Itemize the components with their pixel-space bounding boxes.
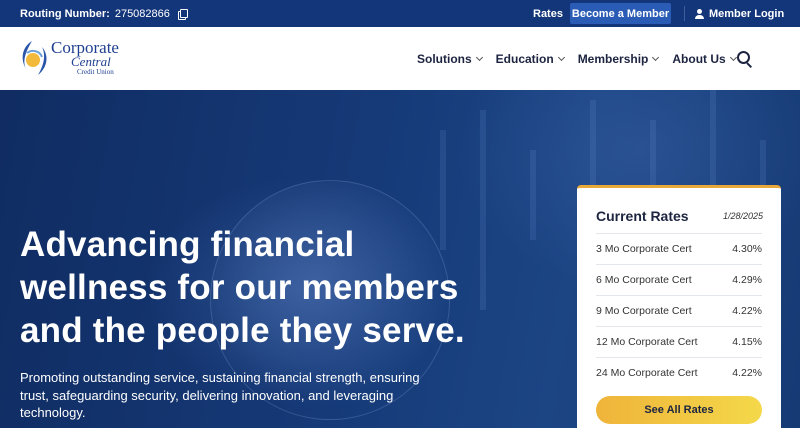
rate-name: 9 Mo Corporate Cert — [596, 305, 692, 317]
rate-name: 12 Mo Corporate Cert — [596, 336, 698, 348]
search-icon[interactable] — [737, 51, 753, 67]
nav-label: About Us — [672, 51, 726, 66]
rate-row: 6 Mo Corporate Cert 4.29% — [596, 264, 762, 295]
rate-name: 3 Mo Corporate Cert — [596, 243, 692, 255]
rate-row: 12 Mo Corporate Cert 4.15% — [596, 326, 762, 357]
rate-row: 24 Mo Corporate Cert 4.22% — [596, 357, 762, 388]
rates-date: 1/28/2025 — [722, 211, 763, 221]
chevron-down-icon — [652, 53, 660, 61]
rates-title: Current Rates — [596, 208, 689, 224]
utility-bar: Routing Number: 275082866 Rates Become a… — [0, 0, 800, 27]
rate-value: 4.30% — [732, 243, 762, 255]
member-login-label: Member Login — [709, 7, 785, 20]
nav-label: Education — [495, 51, 554, 66]
become-member-button[interactable]: Become a Member — [570, 3, 671, 24]
rate-value: 4.22% — [732, 305, 762, 317]
main-navbar: Corporate Central Credit Union Solutions… — [0, 27, 800, 90]
hero-headline: Advancing financial wellness for our mem… — [20, 225, 465, 350]
logo[interactable]: Corporate Central Credit Union — [18, 37, 133, 83]
routing-value: 275082866 — [114, 7, 170, 20]
rate-name: 24 Mo Corporate Cert — [596, 367, 698, 379]
copy-icon[interactable] — [177, 8, 189, 20]
nav-item-membership[interactable]: Membership — [577, 51, 660, 66]
rate-name: 6 Mo Corporate Cert — [596, 274, 692, 286]
chevron-down-icon — [475, 53, 483, 61]
logo-mark-icon — [22, 41, 47, 75]
divider — [684, 6, 685, 21]
member-login-link[interactable]: Member Login — [695, 0, 784, 27]
nav-menu: Solutions Education Membership About Us — [417, 27, 750, 90]
routing-number: Routing Number: 275082866 — [20, 0, 189, 27]
rate-value: 4.15% — [732, 336, 762, 348]
nav-label: Solutions — [417, 51, 472, 66]
nav-item-education[interactable]: Education — [495, 51, 565, 66]
routing-label: Routing Number: — [20, 7, 110, 20]
rate-row: 9 Mo Corporate Cert 4.22% — [596, 295, 762, 326]
rate-row: 3 Mo Corporate Cert 4.30% — [596, 233, 762, 264]
nav-item-about-us[interactable]: About Us — [672, 51, 737, 66]
nav-label: Membership — [577, 51, 649, 66]
see-all-rates-button[interactable]: See All Rates — [596, 396, 762, 424]
rates-link[interactable]: Rates — [533, 0, 563, 27]
user-icon — [695, 8, 704, 19]
rate-value: 4.22% — [732, 367, 762, 379]
rate-value: 4.29% — [732, 274, 762, 286]
hero-subtext: Promoting outstanding service, sustainin… — [20, 370, 420, 420]
chevron-down-icon — [729, 53, 737, 61]
logo-line3: Credit Union — [77, 68, 114, 76]
chevron-down-icon — [557, 53, 565, 61]
nav-item-solutions[interactable]: Solutions — [417, 51, 483, 66]
current-rates-card: Current Rates 1/28/2025 3 Mo Corporate C… — [577, 185, 781, 428]
